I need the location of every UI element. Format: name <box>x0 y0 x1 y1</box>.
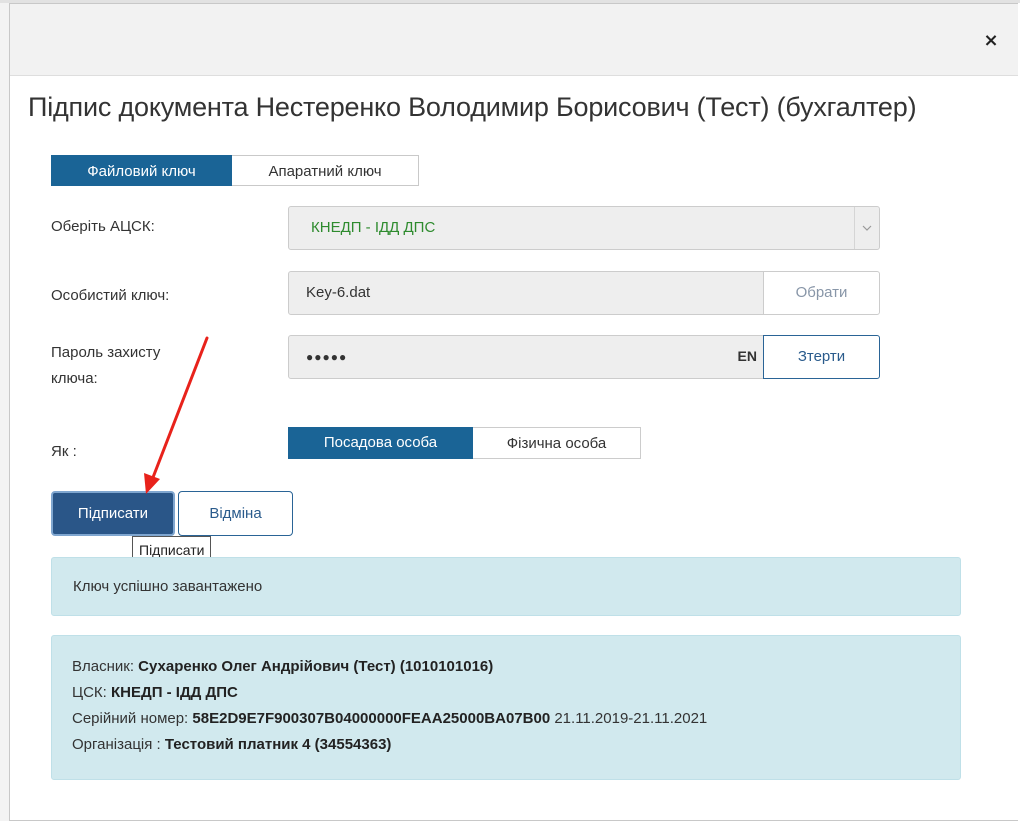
option-official-person[interactable]: Посадова особа <box>288 427 473 459</box>
cert-owner-label: Власник: <box>72 658 134 675</box>
password-label-line2: ключа: <box>51 370 98 387</box>
cert-csk-value: КНЕДП - ІДД ДПС <box>111 684 238 701</box>
option-individual-person[interactable]: Фізична особа <box>473 427 641 459</box>
private-key-label: Особистий ключ: <box>51 287 170 304</box>
clear-password-button[interactable]: Зтерти <box>763 335 880 379</box>
tab-hardware-key[interactable]: Апаратний ключ <box>232 155 419 186</box>
cert-org-row: Організація : Тестовий платник 4 (345543… <box>72 732 940 758</box>
password-masked-value: ●●●●● <box>306 350 348 364</box>
cert-validity: 21.11.2019-21.11.2021 <box>554 710 708 727</box>
key-type-tabs: Файловий ключ Апаратний ключ <box>51 155 419 186</box>
chevron-down-icon[interactable] <box>854 207 879 249</box>
tab-file-key[interactable]: Файловий ключ <box>51 155 232 186</box>
cancel-button[interactable]: Відміна <box>178 491 293 536</box>
cert-org-value: Тестовий платник 4 (34554363) <box>164 736 392 753</box>
sign-as-toggle: Посадова особа Фізична особа <box>288 427 641 459</box>
cert-org-label: Організація : <box>72 736 161 753</box>
cert-csk-label: ЦСК: <box>72 684 107 701</box>
acsk-selected-value: КНЕДП - ІДД ДПС <box>311 219 436 236</box>
acsk-select[interactable]: КНЕДП - ІДД ДПС <box>288 206 880 250</box>
cert-serial-value: 58E2D9E7F900307B04000000FEAA25000BA07B00 <box>192 710 551 727</box>
certificate-info: Власник: Сухаренко Олег Андрійович (Тест… <box>51 635 961 780</box>
success-alert: Ключ успішно завантажено <box>51 557 961 616</box>
sign-as-label: Як : <box>51 443 77 460</box>
private-key-filename: Key-6.dat <box>306 284 371 301</box>
keyboard-language-indicator: EN <box>737 348 757 364</box>
cert-serial-label: Серійний номер: <box>72 710 189 727</box>
private-key-field[interactable]: Key-6.dat <box>288 271 764 315</box>
cert-serial-row: Серійний номер: 58E2D9E7F900307B04000000… <box>72 706 940 732</box>
sign-button[interactable]: Підписати <box>51 491 175 536</box>
dialog-header: × <box>10 4 1018 76</box>
password-label-line1: Пароль захисту <box>51 344 161 361</box>
cert-owner-row: Власник: Сухаренко Олег Андрійович (Тест… <box>72 654 940 680</box>
acsk-label: Оберіть АЦСК: <box>51 218 155 235</box>
dialog-title: Підпис документа Нестеренко Володимир Бо… <box>28 92 917 122</box>
password-field[interactable]: ●●●●● EN <box>288 335 764 379</box>
cert-csk-row: ЦСК: КНЕДП - ІДД ДПС <box>72 680 940 706</box>
close-icon[interactable]: × <box>983 32 999 50</box>
success-message: Ключ успішно завантажено <box>73 578 263 595</box>
choose-key-button[interactable]: Обрати <box>763 271 880 315</box>
cert-owner-value: Сухаренко Олег Андрійович (Тест) (101010… <box>138 658 494 675</box>
